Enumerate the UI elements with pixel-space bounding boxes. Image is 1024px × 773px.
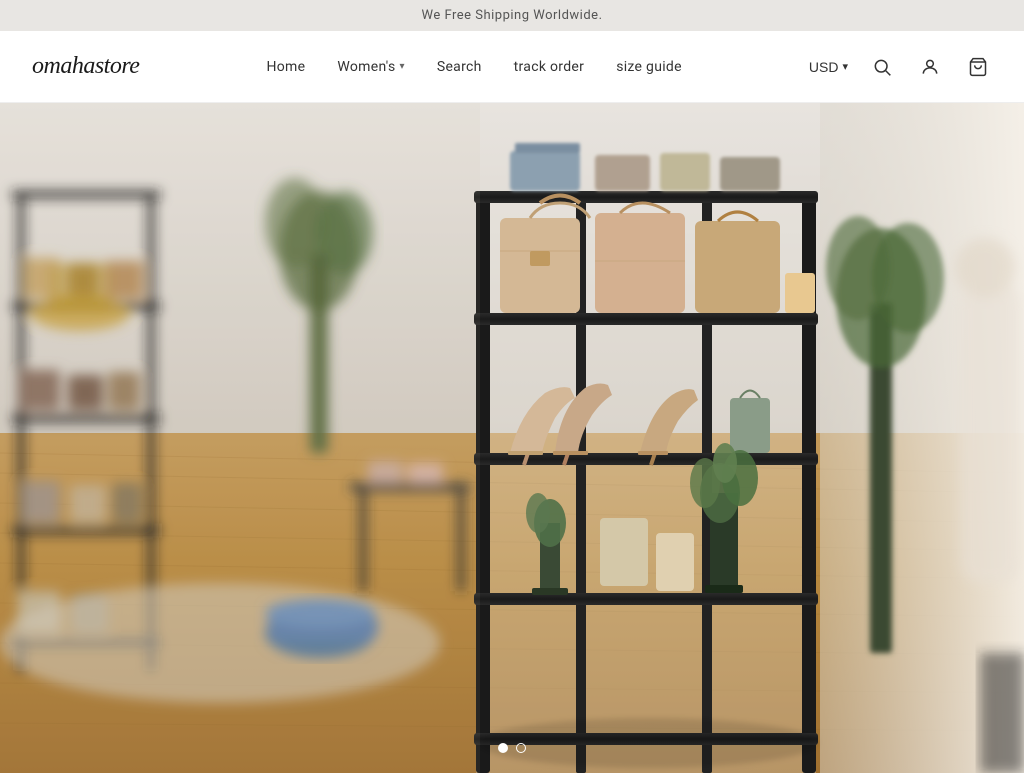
chevron-down-icon: ▾ <box>400 61 405 72</box>
announcement-text: We Free Shipping Worldwide. <box>421 8 602 23</box>
cart-button[interactable] <box>964 53 992 81</box>
hero-section <box>0 103 1024 773</box>
nav-womens[interactable]: Women's ▾ <box>337 59 404 75</box>
logo[interactable]: omahastore <box>32 53 139 80</box>
header: omahastore Home Women's ▾ Search track o… <box>0 31 1024 103</box>
nav-home[interactable]: Home <box>266 59 305 75</box>
carousel-dots <box>498 743 526 753</box>
hero-image <box>0 103 1024 773</box>
announcement-bar: We Free Shipping Worldwide. <box>0 0 1024 31</box>
account-button[interactable] <box>916 53 944 81</box>
account-icon <box>920 57 940 77</box>
search-icon <box>872 57 892 77</box>
nav-actions: USD ▾ <box>809 53 992 81</box>
chevron-down-icon: ▾ <box>842 60 848 73</box>
main-nav: Home Women's ▾ Search track order size g… <box>266 59 681 75</box>
nav-search[interactable]: Search <box>437 59 482 75</box>
cart-icon <box>968 57 988 77</box>
carousel-dot-2[interactable] <box>516 743 526 753</box>
nav-track-order[interactable]: track order <box>514 59 585 75</box>
carousel-dot-1[interactable] <box>498 743 508 753</box>
currency-selector[interactable]: USD ▾ <box>809 59 848 75</box>
nav-size-guide[interactable]: size guide <box>616 59 682 75</box>
search-button[interactable] <box>868 53 896 81</box>
